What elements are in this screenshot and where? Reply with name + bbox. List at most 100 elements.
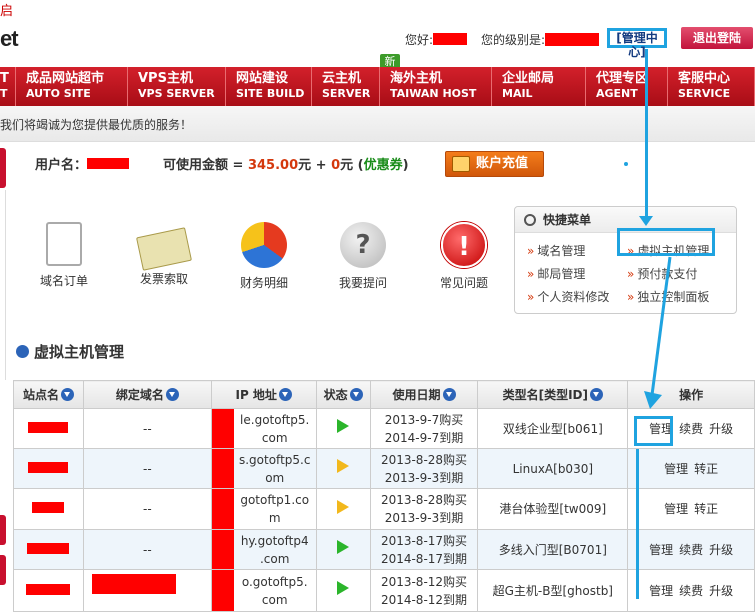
nav-item-5[interactable]: 海外主机 TAIWAN HOST [380,67,492,106]
sort-arrow-icon[interactable] [442,388,456,401]
date-cell: 2013-8-12购买 2014-8-12到期 [369,569,479,612]
site-name-cell [13,488,84,530]
nav-item-1[interactable]: 成品网站超市 AUTO SITE [16,67,128,106]
nav-item-6[interactable]: 企业邮局 MAIL [492,67,586,106]
recharge-button[interactable]: 账户充值 [445,151,544,177]
status-running-icon[interactable] [337,540,350,554]
invoice-item[interactable]: 发票索取 [124,222,204,287]
level-redaction [545,33,600,46]
date-cell: 2013-8-28购买 2013-9-3到期 [369,448,479,489]
upgrade-link[interactable]: 升级 [709,543,733,557]
status-running-icon[interactable] [337,419,350,433]
sort-arrow-icon[interactable] [278,388,292,401]
nav-sublabel: AGENT [596,87,638,100]
nav-label: 云主机 [322,71,362,86]
type-cell: 港台体验型[tw009] [477,488,629,530]
upgrade-link[interactable]: 升级 [709,584,733,598]
sort-arrow-icon[interactable] [60,388,74,401]
actions-cell: 管理 转正 [627,488,755,530]
quick-domain-manage[interactable]: 域名管理 [527,242,585,259]
manage-link[interactable]: 管理 [664,462,688,476]
logout-button[interactable]: 退出登陆 [681,27,753,49]
side-divider [0,190,6,380]
greeting: 您好: [405,31,468,48]
management-center-link[interactable]: [管理中心] [607,28,667,59]
nav-item-2[interactable]: VPS主机 VPS SERVER [128,67,226,106]
ip-text: com [261,592,288,607]
nav-label: 企业邮局 [502,71,555,86]
annotation-box [617,228,715,256]
site-name-redaction [32,502,65,513]
sort-arrow-icon[interactable] [590,388,604,401]
table-row: -- gotoftp1.co m 2013-8-28购买 2013-9-3到期 港台体验型… [13,488,755,530]
coupon-label: 优惠券 [363,158,403,173]
question-item[interactable]: ? 我要提问 [323,222,403,291]
col-status[interactable]: 状态 [315,380,371,409]
side-tab[interactable] [0,515,6,545]
quick-mail-manage[interactable]: 邮局管理 [527,265,585,282]
manage-link[interactable]: 管理 [664,502,688,516]
side-tab[interactable] [0,148,6,188]
status-cell [315,448,371,489]
invoice-label: 发票索取 [139,272,188,286]
date-text: 2013-8-17购买 [380,533,468,548]
finance-label: 财务明细 [239,276,288,290]
ip-text: m [268,511,281,525]
side-tab[interactable] [0,555,6,585]
annotation-connector [644,256,672,409]
site-name-redaction [26,583,71,595]
status-running-icon[interactable] [337,581,350,595]
date-text: 2013-9-7购买 [384,412,464,427]
nav-sublabel: VPS SERVER [138,87,215,100]
status-cell [315,408,371,449]
col-ip[interactable]: IP 地址 [210,380,317,409]
col-site-name[interactable]: 站点名 [13,380,84,409]
faq-item[interactable]: ! 常见问题 [424,222,504,291]
site-name-redaction [28,461,69,473]
domain-cell: -- [82,488,212,530]
convert-link[interactable]: 转正 [694,462,718,476]
ip-cell: hy.gotoftp4 .com [210,529,317,570]
nav-sublabel: SITE BUILD [236,87,305,100]
username-redaction [87,158,130,169]
quick-menu: 快捷菜单 域名管理 虚拟主机管理 邮局管理 预付款支付 个人资料修改 独立控制面… [514,206,737,314]
nav-item-0[interactable]: TT [0,67,16,106]
finance-item[interactable]: 财务明细 [224,222,304,291]
username-redaction [433,33,468,45]
ip-text: hy.gotoftp4 [240,533,309,548]
sort-arrow-icon[interactable] [165,388,179,401]
manage-link[interactable]: 管理 [649,584,673,598]
username: 用户名： [35,154,130,173]
convert-link[interactable]: 转正 [694,502,718,516]
domain-order-item[interactable]: 域名订单 [24,222,104,289]
annotation-line [645,49,648,221]
site-name-cell [13,569,84,612]
renew-link[interactable]: 续费 [679,422,703,436]
status-cell [315,529,371,570]
sort-arrow-icon[interactable] [349,388,363,401]
status-paused-icon[interactable] [337,459,350,473]
gear-icon [524,214,536,226]
col-bound-domain[interactable]: 绑定域名 [82,380,212,409]
ip-redaction [211,449,234,488]
site-name-redaction [28,421,69,433]
ip-redaction [211,530,234,569]
renew-link[interactable]: 续费 [679,584,703,598]
finance-chart-icon [241,222,287,268]
annotation-box [634,416,673,446]
type-cell: 双线企业型[b061] [477,408,629,449]
status-paused-icon[interactable] [337,499,350,514]
manage-link[interactable]: 管理 [649,543,673,557]
nav-item-7[interactable]: 代理专区 AGENT [586,67,668,106]
nav-item-8[interactable]: 客服中心 SERVICE [668,67,755,106]
nav-sublabel: TAIWAN HOST [390,87,477,100]
quick-profile-edit[interactable]: 个人资料修改 [527,288,609,305]
nav-label: T [0,71,9,86]
upgrade-link[interactable]: 升级 [709,422,733,436]
nav-item-4[interactable]: 云主机 SERVER [312,67,380,106]
renew-link[interactable]: 续费 [679,543,703,557]
nav-item-3[interactable]: 网站建设 SITE BUILD [226,67,312,106]
col-date[interactable]: 使用日期 [369,380,479,409]
table-row: -- s.gotoftp5.c om 2013-8-28购买 2013-9-3到期 Lin… [13,448,755,489]
col-type[interactable]: 类型名[类型ID] [477,380,629,409]
